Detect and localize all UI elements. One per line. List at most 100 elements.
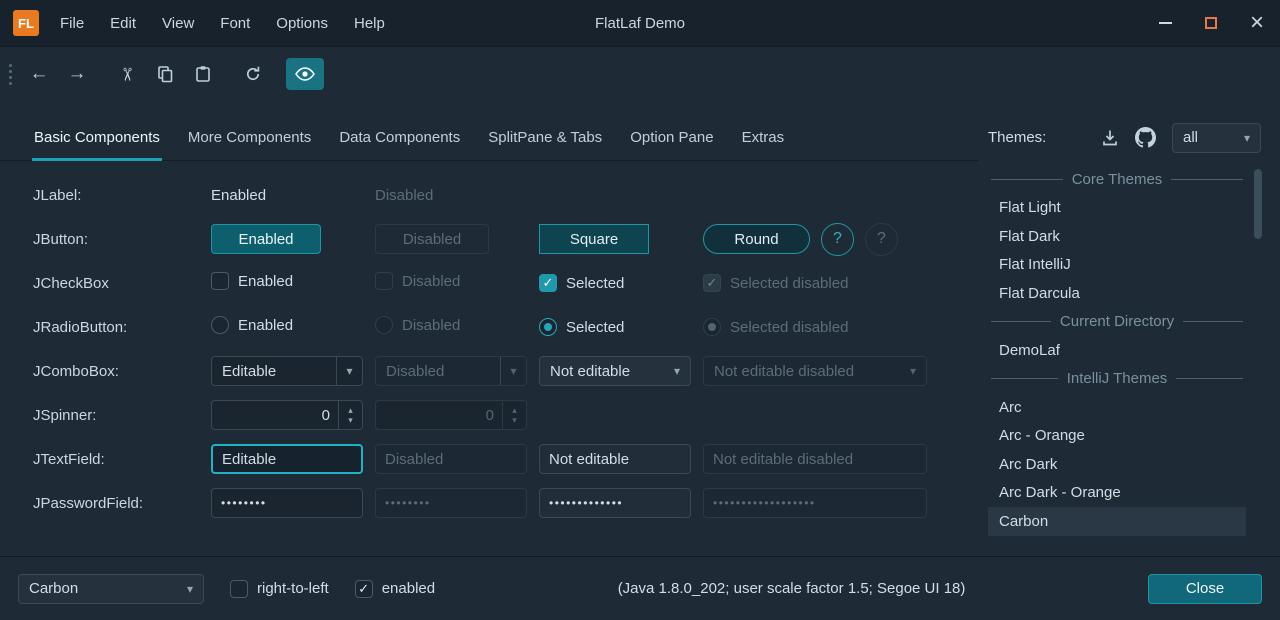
radio-circle-selected: [539, 318, 557, 336]
cut-icon: ✂: [117, 66, 138, 81]
toolbar: ← → ✂: [0, 48, 1280, 100]
close-window-button[interactable]: ×: [1234, 0, 1280, 46]
theme-arc-orange[interactable]: Arc - Orange: [988, 422, 1246, 451]
tab-splitpane-tabs[interactable]: SplitPane & Tabs: [474, 114, 616, 160]
theme-selector-combobox[interactable]: Carbon ▾: [18, 574, 204, 604]
square-button[interactable]: Square: [539, 224, 649, 254]
window-title: FlatLaf Demo: [595, 15, 685, 32]
radio-circle: [211, 316, 229, 334]
themes-header: Themes: all ▾: [988, 114, 1261, 161]
themes-separator-current: Current Directory: [988, 308, 1246, 337]
passwordfield-enabled[interactable]: [211, 488, 363, 518]
github-button[interactable]: [1135, 127, 1156, 148]
tab-data-components[interactable]: Data Components: [325, 114, 474, 160]
back-button[interactable]: ←: [20, 58, 58, 90]
themes-separator-core: Core Themes: [988, 165, 1246, 194]
tab-option-pane[interactable]: Option Pane: [616, 114, 727, 160]
theme-flat-darcula[interactable]: Flat Darcula: [988, 279, 1246, 308]
spinner-arrows[interactable]: ▴ ▾: [338, 401, 362, 429]
theme-flat-intellij[interactable]: Flat IntelliJ: [988, 251, 1246, 280]
theme-demolaf[interactable]: DemoLaf: [988, 336, 1246, 365]
radio-selected[interactable]: Selected: [539, 318, 624, 336]
tab-more-components[interactable]: More Components: [174, 114, 325, 160]
download-themes-button[interactable]: [1101, 129, 1119, 147]
checkbox-selected[interactable]: ✓ Selected: [539, 274, 624, 292]
passwordfield-disabled: [375, 488, 527, 518]
theme-arc-dark[interactable]: Arc Dark: [988, 450, 1246, 479]
combobox-value: Disabled: [386, 363, 444, 380]
theme-flat-dark[interactable]: Flat Dark: [988, 222, 1246, 251]
spinner-input[interactable]: [212, 401, 338, 429]
spinner-up-icon[interactable]: ▴: [348, 405, 353, 415]
spinner-down-icon[interactable]: ▾: [348, 415, 353, 425]
combobox-not-editable[interactable]: Not editable ▾: [539, 356, 691, 386]
jspinner-row: JSpinner: ▴ ▾ ▴ ▾: [33, 393, 963, 437]
jtextfield-row-label: JTextField:: [33, 451, 199, 468]
tab-extras[interactable]: Extras: [728, 114, 799, 160]
theme-carbon[interactable]: Carbon: [988, 507, 1246, 536]
paste-icon: [194, 65, 212, 83]
toolbar-grip[interactable]: [9, 64, 12, 85]
themes-filter-combobox[interactable]: all ▾: [1172, 123, 1261, 153]
textfield-editable[interactable]: [211, 444, 363, 474]
help-button[interactable]: ?: [821, 223, 854, 256]
passwordfield-not-editable[interactable]: [539, 488, 691, 518]
combobox-disabled: Disabled ▾: [375, 356, 527, 386]
copy-button[interactable]: [146, 58, 184, 90]
jbutton-row: JButton: Enabled Disabled Square Round ?…: [33, 217, 963, 261]
back-icon: ←: [30, 63, 49, 85]
chevron-down-icon: ▾: [900, 357, 926, 385]
statusbar: Carbon ▾ right-to-left ✓ enabled (Java 1…: [0, 556, 1280, 620]
themes-separator-intellij: IntelliJ Themes: [988, 365, 1246, 394]
round-button[interactable]: Round: [703, 224, 810, 254]
chevron-down-icon: ▾: [500, 357, 526, 385]
enabled-button[interactable]: Enabled: [211, 224, 321, 254]
spinner-enabled[interactable]: ▴ ▾: [211, 400, 363, 430]
combobox-editable[interactable]: Editable ▾: [211, 356, 363, 386]
menu-file[interactable]: File: [47, 0, 97, 46]
menu-help[interactable]: Help: [341, 0, 398, 46]
radio-circle-selected: [703, 318, 721, 336]
show-hidden-toggle[interactable]: [286, 58, 324, 90]
eye-icon: [295, 67, 315, 81]
jbutton-row-label: JButton:: [33, 231, 199, 248]
close-button[interactable]: Close: [1148, 574, 1262, 604]
refresh-button[interactable]: [234, 58, 272, 90]
right-to-left-checkbox[interactable]: right-to-left: [230, 580, 329, 598]
enabled-checkbox[interactable]: ✓ enabled: [355, 580, 435, 598]
menu-edit[interactable]: Edit: [97, 0, 149, 46]
themes-scrollbar-thumb[interactable]: [1254, 169, 1262, 239]
download-icon: [1101, 129, 1119, 147]
checkbox-box-checked: ✓: [539, 274, 557, 292]
theme-arc[interactable]: Arc: [988, 393, 1246, 422]
menu-font[interactable]: Font: [207, 0, 263, 46]
basic-components-form: JLabel: Enabled Disabled JButton: Enable…: [33, 161, 963, 525]
checkbox-label: Disabled: [402, 273, 460, 290]
cut-button[interactable]: ✂: [108, 58, 146, 90]
combobox-value: Not editable: [550, 363, 630, 380]
menu-options[interactable]: Options: [263, 0, 341, 46]
textfield-disabled: [375, 444, 527, 474]
checkbox-box: [375, 272, 393, 290]
radio-selected-disabled: Selected disabled: [703, 318, 848, 336]
checkbox-enabled[interactable]: Enabled: [211, 272, 293, 290]
refresh-icon: [244, 65, 262, 83]
paste-button[interactable]: [184, 58, 222, 90]
checkbox-disabled: Disabled: [375, 272, 460, 290]
checkbox-label: Selected: [566, 275, 624, 292]
minimize-button[interactable]: [1142, 0, 1188, 46]
radio-enabled[interactable]: Enabled: [211, 316, 293, 334]
maximize-icon: [1205, 17, 1217, 29]
help-button-disabled: ?: [865, 223, 898, 256]
menu-view[interactable]: View: [149, 0, 207, 46]
titlebar: FL File Edit View Font Options Help Flat…: [0, 0, 1280, 47]
theme-flat-light[interactable]: Flat Light: [988, 194, 1246, 223]
theme-arc-dark-orange[interactable]: Arc Dark - Orange: [988, 479, 1246, 508]
checkbox-label: enabled: [382, 580, 435, 597]
forward-button[interactable]: →: [58, 58, 96, 90]
maximize-button[interactable]: [1188, 0, 1234, 46]
jlabel-disabled: Disabled: [375, 187, 433, 204]
textfield-not-editable[interactable]: [539, 444, 691, 474]
minimize-icon: [1159, 22, 1172, 24]
tab-basic-components[interactable]: Basic Components: [20, 114, 174, 160]
